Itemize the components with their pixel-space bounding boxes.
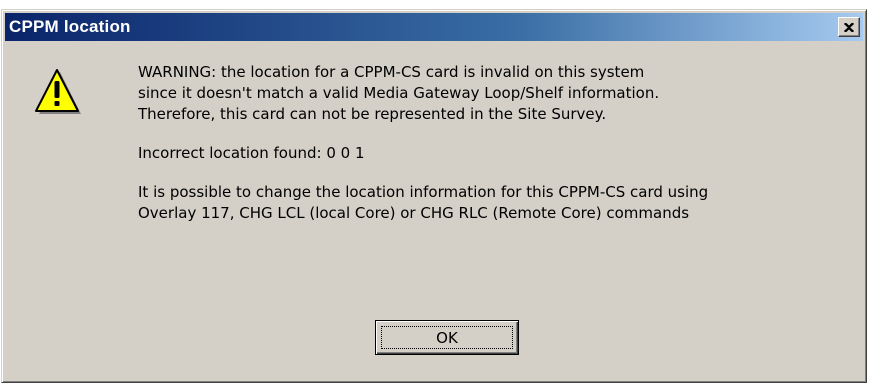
warning-dialog: CPPM location WARNING: the location for … xyxy=(1,9,867,383)
location-text: Incorrect location found: 0 0 1 xyxy=(138,144,365,162)
help-text: It is possible to change the location in… xyxy=(138,183,709,222)
ok-button[interactable]: OK xyxy=(375,320,519,355)
close-button[interactable] xyxy=(838,17,860,37)
ok-button-label: OK xyxy=(436,328,458,347)
warning-text: WARNING: the location for a CPPM-CS card… xyxy=(138,63,660,123)
title-bar[interactable]: CPPM location xyxy=(5,13,863,41)
dialog-title: CPPM location xyxy=(9,17,131,36)
warning-icon xyxy=(35,69,81,114)
message-body: WARNING: the location for a CPPM-CS card… xyxy=(138,62,858,224)
close-icon xyxy=(844,22,854,32)
